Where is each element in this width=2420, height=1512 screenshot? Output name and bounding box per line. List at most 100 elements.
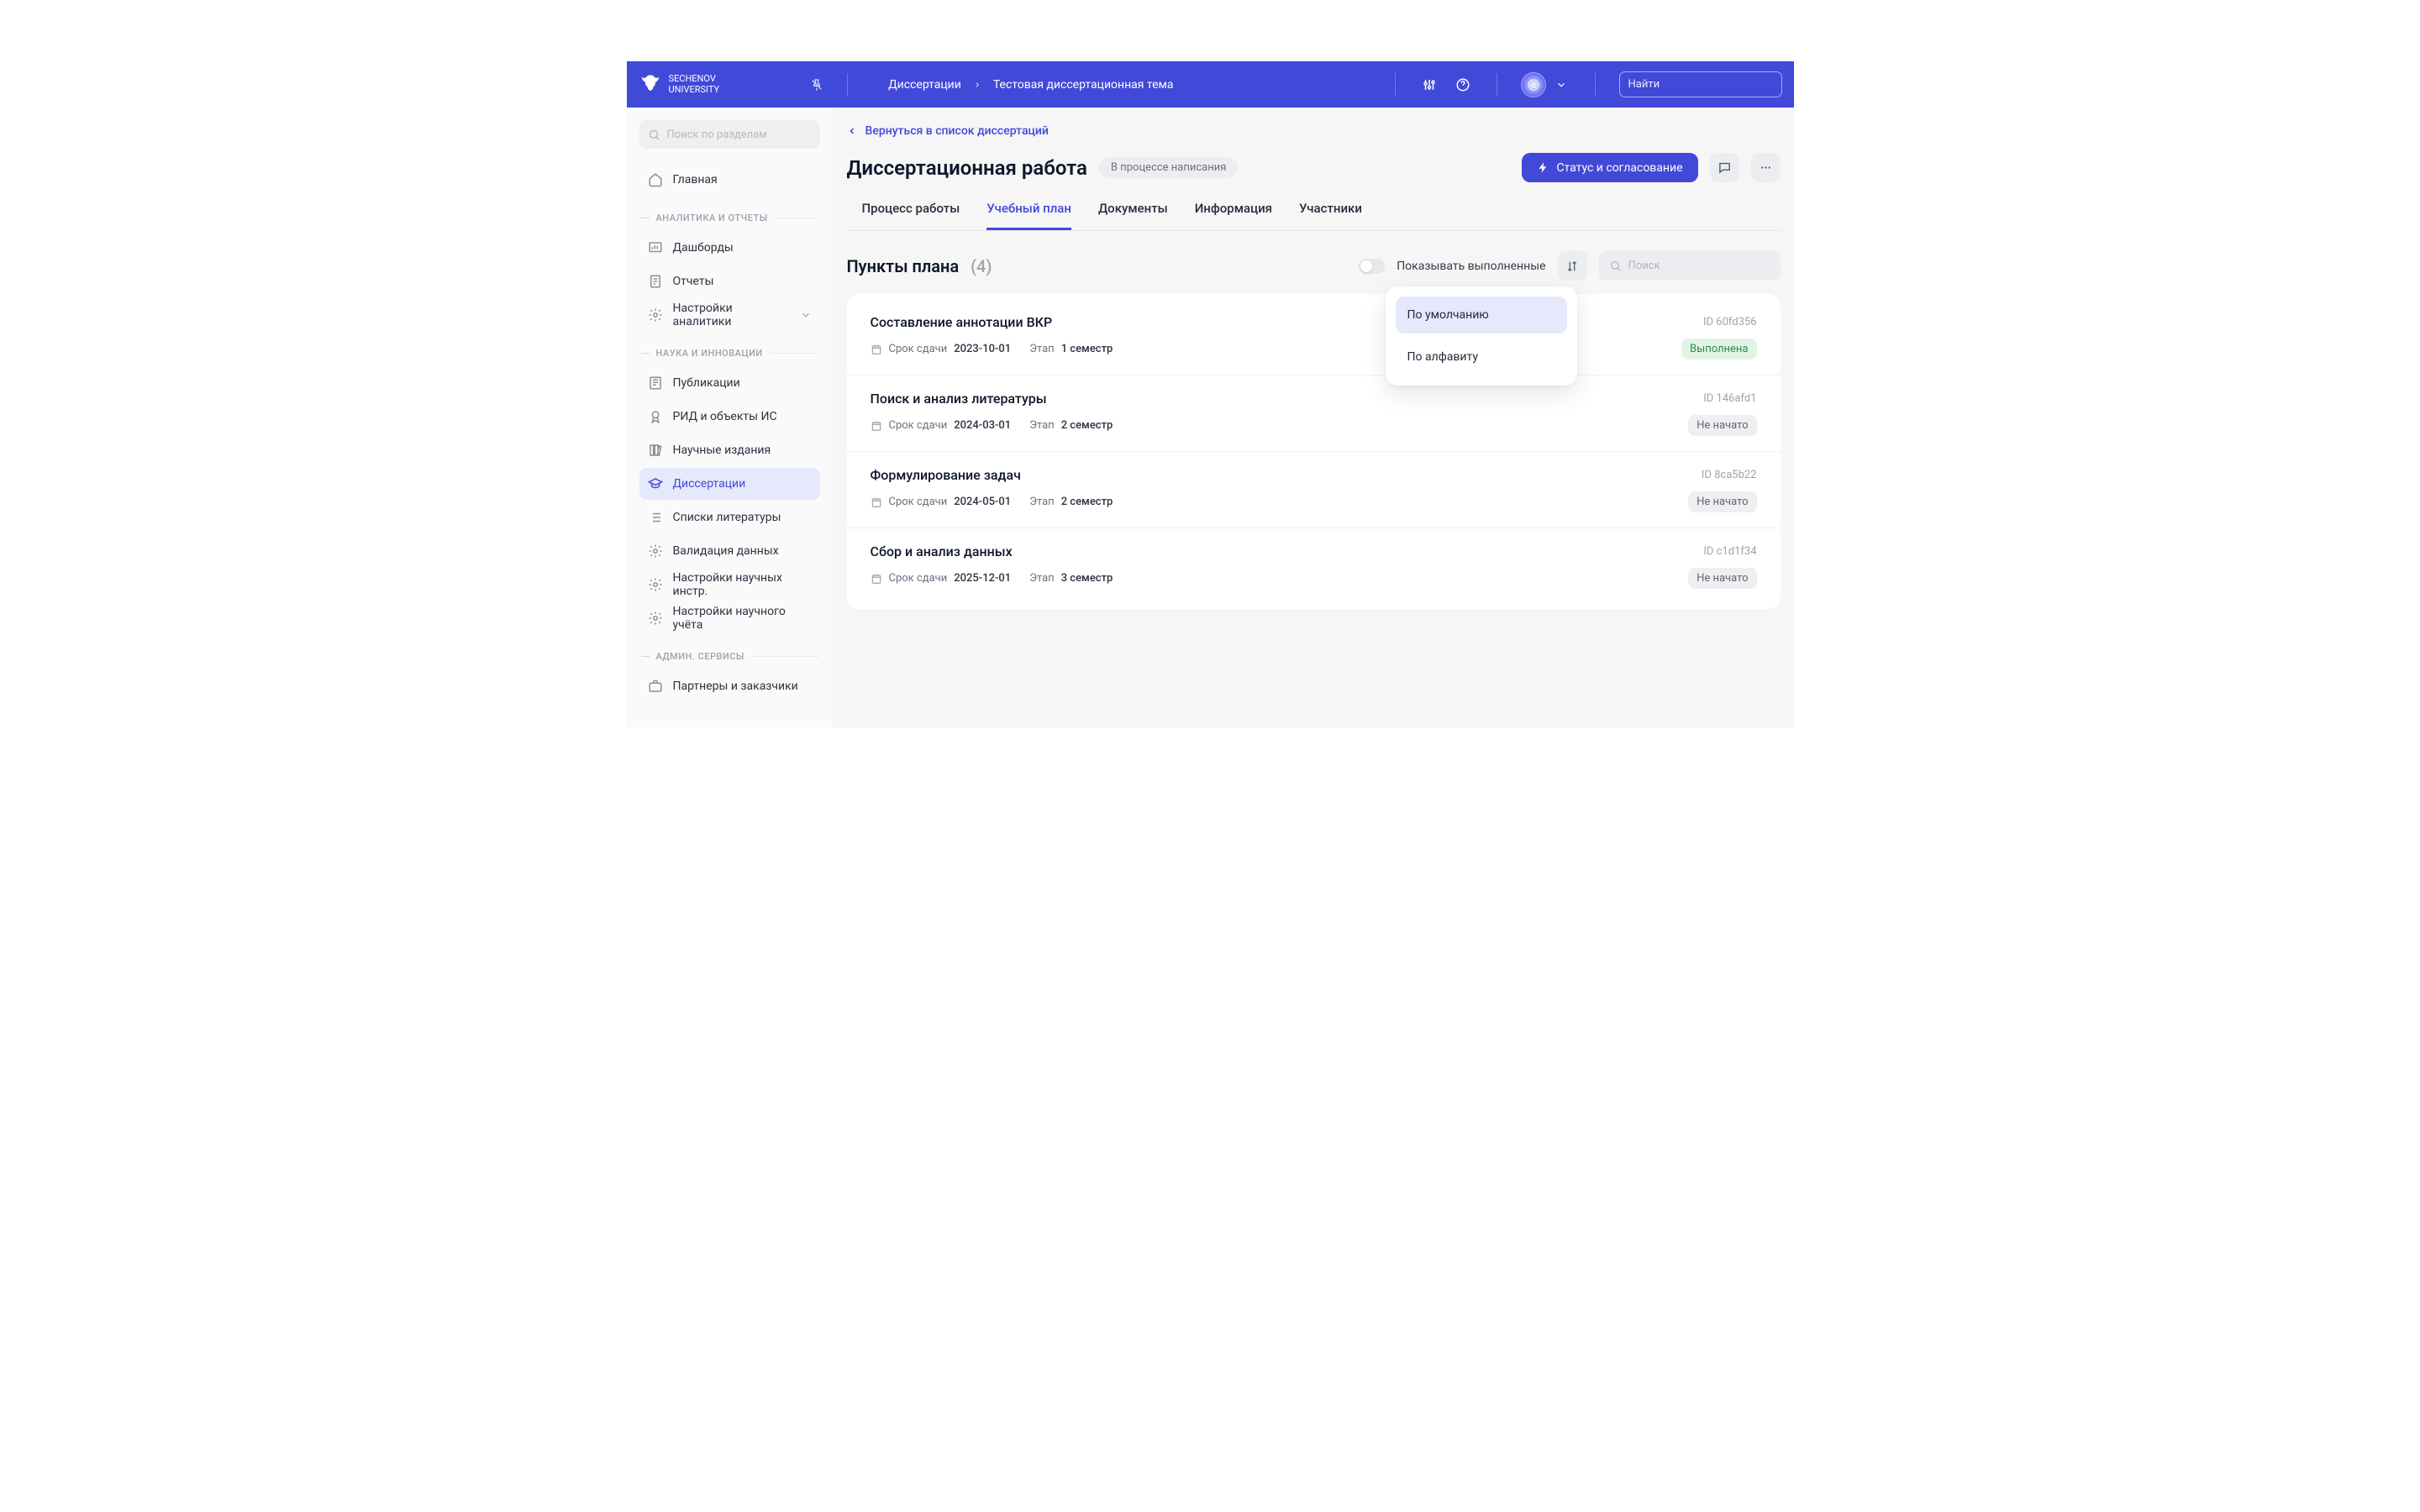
chevron-left-icon [847,126,857,136]
plan-item-status: Выполнена [1681,339,1756,360]
plan-item-due: 2023-10-01 [954,343,1011,355]
brand-line2: UNIVERSITY [669,85,720,95]
tab[interactable]: Информация [1195,201,1272,230]
brand-line1: SECHENOV [669,74,720,84]
plan-item-stage: 1 семестр [1061,343,1113,355]
sidebar-item[interactable]: РИД и объекты ИС [639,401,820,433]
pin-icon[interactable] [810,78,823,92]
sidebar-item[interactable]: Настройки научных инстр. [639,569,820,601]
avatar[interactable] [1521,72,1546,97]
plan-item[interactable]: Формулирование задачID 8ca5b22Срок сдачи… [847,452,1781,528]
plan-item-due: 2025-12-01 [954,572,1011,585]
help-icon[interactable] [1453,75,1473,95]
breadcrumb: Диссертации Тестовая диссертационная тем… [888,78,1173,92]
calendar-icon [871,496,882,508]
breadcrumb-root[interactable]: Диссертации [888,78,961,92]
sidebar-item-label: Отчеты [673,275,714,288]
sort-popover: По умолчанию По алфавиту [1386,286,1577,386]
sidebar-item-label: Настройки научного учёта [673,605,812,632]
comments-button[interactable] [1710,153,1739,182]
chevron-right-icon [973,81,981,89]
sidebar-item[interactable]: Диссертации [639,468,820,500]
sidebar-item-label: Научные издания [673,444,771,457]
plan-item-name: Составление аннотации ВКР [871,314,1053,330]
plan-item-status: Не начато [1688,415,1756,436]
sort-button[interactable] [1558,251,1587,281]
sidebar-item-label: Настройки научных инстр. [673,571,812,598]
sidebar-item[interactable]: Публикации [639,367,820,399]
plan-item-stage: 2 семестр [1061,419,1113,432]
sidebar-item-label: Валидация данных [673,544,779,558]
sidebar-item-home[interactable]: Главная [639,164,820,196]
graduation-icon [648,476,663,491]
tab[interactable]: Участники [1299,201,1362,230]
sidebar-item[interactable]: Списки литературы [639,501,820,533]
list-search-input[interactable] [1628,260,1770,272]
sidebar-item-label: Дашборды [673,241,734,255]
plan-item-id: ID 146afd1 [1703,392,1756,405]
bolt-icon [1537,161,1549,174]
list-count: (4) [971,256,992,276]
page-title: Диссертационная работа [847,156,1087,180]
sidebar-section-header: АДМИН. СЕРВИСЫ [639,651,820,662]
breadcrumb-current[interactable]: Тестовая диссертационная тема [993,78,1174,92]
sidebar-item[interactable]: Валидация данных [639,535,820,567]
search-icon [648,129,660,141]
plan-item-id: ID c1d1f34 [1703,545,1756,558]
sidebar-item[interactable]: Партнеры и заказчики [639,670,820,702]
home-icon [648,172,663,187]
plan-item[interactable]: Сбор и анализ данныхID c1d1f34Срок сдачи… [847,528,1781,604]
tab[interactable]: Документы [1098,201,1168,230]
toggle-label: Показывать выполненные [1397,260,1545,273]
status-action-button[interactable]: Статус и согласование [1522,153,1697,182]
plan-list: Составление аннотации ВКРID 60fd356Срок … [847,294,1781,609]
search-icon [1609,260,1622,272]
back-label: Вернуться в список диссертаций [865,124,1049,138]
sidebar-item[interactable]: Настройки аналитики [639,299,820,331]
sidebar-item-label: Партнеры и заказчики [673,680,798,693]
gear-icon [648,577,663,592]
sidebar: Главная АНАЛИТИКА И ОТЧЕТЫДашбордыОтчеты… [627,108,834,727]
chevron-down-icon[interactable] [1551,75,1571,95]
gear-icon [648,307,663,323]
dashboard-icon [648,240,663,255]
report-icon [648,274,663,289]
calendar-icon [871,573,882,585]
global-search[interactable] [1619,71,1782,97]
sidebar-search[interactable] [639,120,820,149]
plan-item[interactable]: Поиск и анализ литературыID 146afd1Срок … [847,375,1781,452]
publication-icon [648,375,663,391]
sort-icon [1565,260,1579,273]
sidebar-item[interactable]: Отчеты [639,265,820,297]
brand-logo[interactable]: SECHENOVUNIVERSITY [639,73,720,97]
sidebar-item[interactable]: Научные издания [639,434,820,466]
tab[interactable]: Учебный план [986,201,1071,230]
list-search[interactable] [1599,251,1781,281]
chevron-down-icon [800,309,812,321]
plan-item-status: Не начато [1688,568,1756,589]
sort-option[interactable]: По умолчанию [1396,297,1567,333]
plan-item-name: Поиск и анализ литературы [871,391,1047,407]
tab[interactable]: Процесс работы [862,201,960,230]
top-bar: SECHENOVUNIVERSITY Диссертации Тестовая … [627,61,1794,108]
settings-icon[interactable] [1419,75,1439,95]
comment-icon [1718,160,1732,175]
more-button[interactable] [1751,153,1781,182]
sidebar-item[interactable]: Дашборды [639,232,820,264]
sidebar-item-label: Настройки аналитики [673,302,790,328]
sidebar-item-label: Главная [673,173,718,186]
global-search-input[interactable] [1628,78,1768,91]
show-completed-toggle[interactable] [1359,259,1385,274]
sidebar-item-label: Списки литературы [673,511,781,524]
sidebar-item[interactable]: Настройки научного учёта [639,602,820,634]
list-title: Пункты плана [847,256,960,276]
sort-option[interactable]: По алфавиту [1396,339,1567,375]
sidebar-search-input[interactable] [667,129,812,141]
plan-item-due: 2024-05-01 [954,496,1011,508]
plan-item[interactable]: Составление аннотации ВКРID 60fd356Срок … [847,299,1781,375]
plan-item-stage: 2 семестр [1061,496,1113,508]
back-link[interactable]: Вернуться в список диссертаций [847,124,1049,138]
plan-item-name: Формулирование задач [871,467,1021,483]
plan-item-name: Сбор и анализ данных [871,543,1013,559]
tabs: Процесс работы Учебный план Документы Инфор… [847,201,1781,231]
